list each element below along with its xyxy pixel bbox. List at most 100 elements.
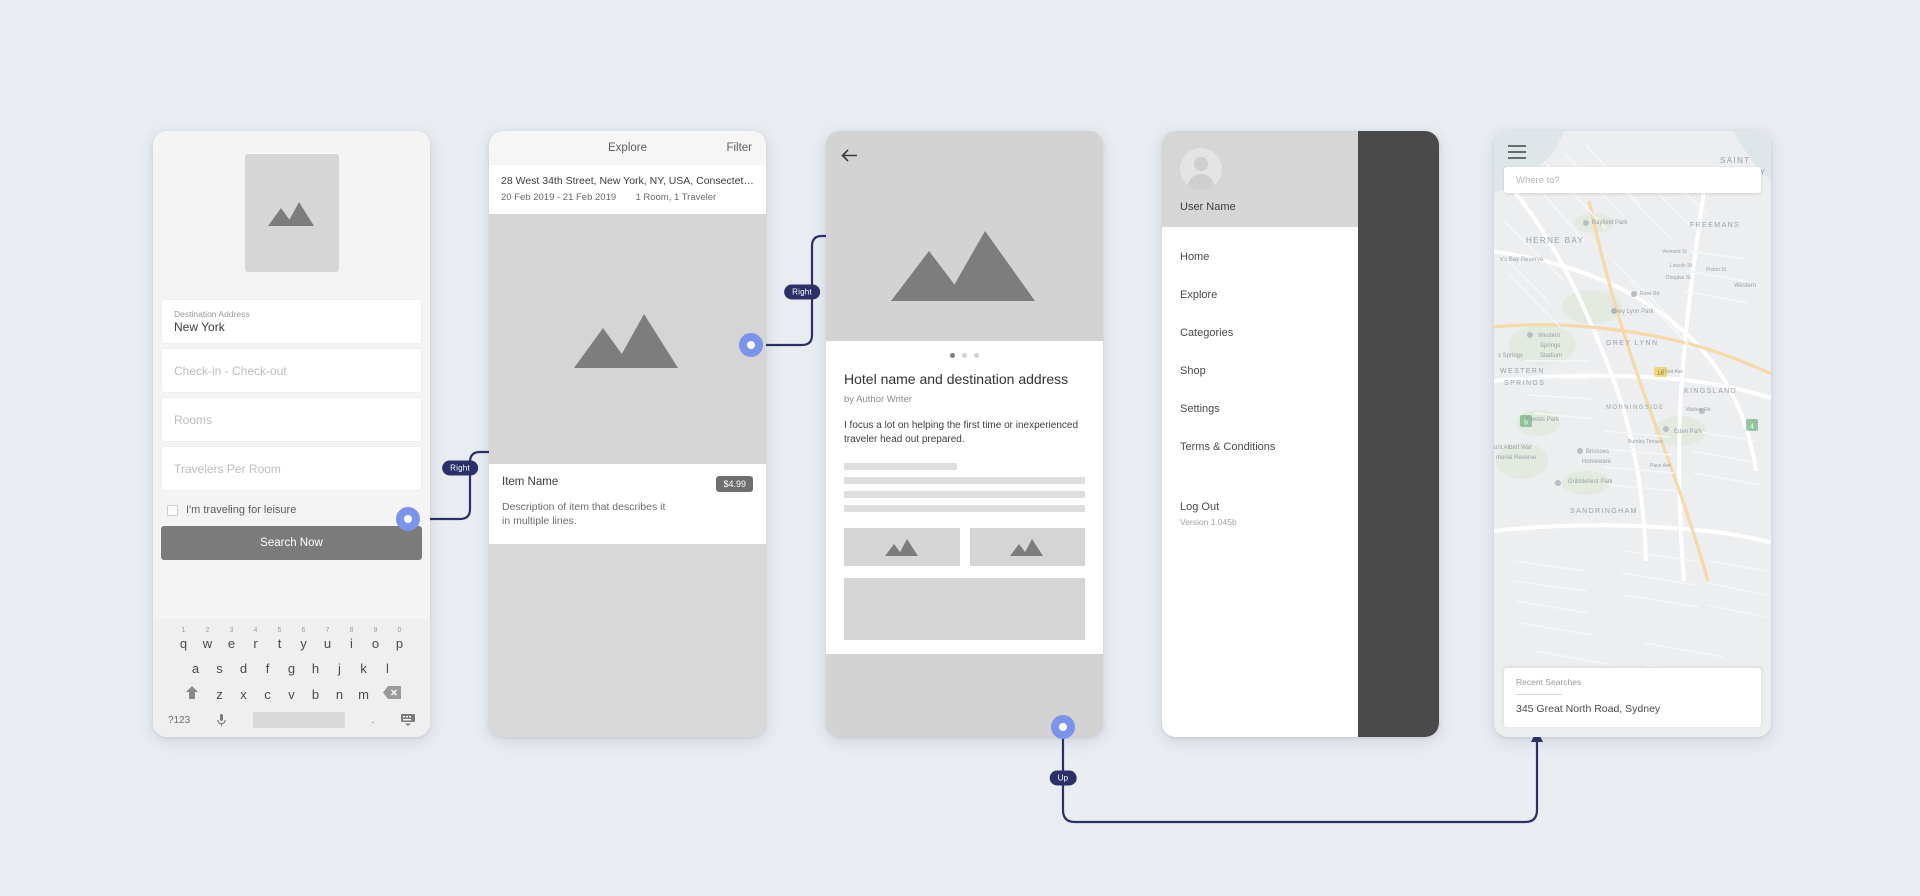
key-number-hint: 3: [229, 627, 234, 634]
microphone-icon[interactable]: [217, 713, 226, 727]
key-k[interactable]: k: [353, 661, 375, 677]
key-x[interactable]: x: [233, 687, 255, 703]
key-q[interactable]: 1q: [173, 627, 195, 652]
map-search-placeholder: Where to?: [1516, 174, 1560, 186]
key-b[interactable]: b: [305, 687, 327, 703]
divider: [1516, 694, 1562, 695]
keyboard-hide-icon[interactable]: [400, 714, 415, 726]
map-label: KINGSLAND: [1684, 388, 1737, 395]
key-number-hint: 1: [181, 627, 186, 634]
listing-card[interactable]: Item Name $4.99 Description of item that…: [489, 464, 766, 544]
map-label: FREEMANS: [1690, 222, 1740, 229]
symbols-key[interactable]: ?123: [168, 715, 190, 726]
key-n[interactable]: n: [329, 687, 351, 703]
key-s[interactable]: s: [209, 661, 231, 677]
key-label: e: [227, 636, 236, 651]
drawer-item-shop[interactable]: Shop: [1162, 365, 1358, 377]
screen-map-search: 16 9 4 SAINTMARYS BAYHERNE BAYBayfield P…: [1494, 131, 1771, 737]
key-label: i: [350, 636, 353, 651]
key-label: w: [202, 636, 213, 651]
carousel-dot-2[interactable]: [962, 353, 967, 358]
key-j[interactable]: j: [329, 661, 351, 677]
map-canvas[interactable]: 16 9 4 SAINTMARYS BAYHERNE BAYBayfield P…: [1494, 131, 1771, 737]
field-destination-address[interactable]: Destination Address New York: [161, 299, 422, 344]
key-u[interactable]: 7u: [317, 627, 339, 652]
key-h[interactable]: h: [305, 661, 327, 677]
period-key[interactable]: .: [371, 715, 374, 726]
key-f[interactable]: f: [257, 661, 279, 677]
key-number-hint: 5: [277, 627, 282, 634]
carousel-dots[interactable]: [844, 341, 1085, 370]
backspace-icon[interactable]: [377, 686, 407, 703]
flow-canvas: Destination Address New York Check-in - …: [0, 0, 1920, 896]
drawer-item-categories[interactable]: Categories: [1162, 327, 1358, 339]
map-label: s Springs: [1498, 353, 1523, 359]
key-i[interactable]: 8i: [341, 627, 363, 652]
drawer-scrim[interactable]: [1358, 131, 1439, 737]
filter-button[interactable]: Filter: [726, 142, 752, 154]
field-travelers-per-room[interactable]: Travelers Per Room: [161, 446, 422, 491]
key-c[interactable]: c: [257, 687, 279, 703]
key-g[interactable]: g: [281, 661, 303, 677]
field-checkin-checkout[interactable]: Check-in - Check-out: [161, 348, 422, 393]
key-z[interactable]: z: [209, 687, 231, 703]
key-label: o: [371, 636, 380, 651]
map-label: SANDRINGHAM: [1570, 508, 1638, 515]
flow-node-2[interactable]: [739, 333, 763, 357]
checkbox-icon[interactable]: [167, 504, 178, 516]
drawer-item-settings[interactable]: Settings: [1162, 403, 1358, 415]
map-label: Gribblehirst Park: [1568, 479, 1614, 485]
svg-text:4: 4: [1750, 424, 1754, 431]
carousel-dot-3[interactable]: [974, 353, 979, 358]
screen-hotel-detail: Hotel name and destination address by Au…: [826, 131, 1103, 737]
key-l[interactable]: l: [377, 661, 399, 677]
search-summary[interactable]: 28 West 34th Street, New York, NY, USA, …: [489, 165, 766, 214]
map-label: GREY LYNN: [1606, 340, 1658, 347]
flow-node-1[interactable]: [396, 507, 420, 531]
drawer-item-terms-and-conditions[interactable]: Terms & Conditions: [1162, 441, 1358, 453]
map-label: Lincoln St: [1670, 263, 1693, 269]
map-label: SPRINGS: [1504, 380, 1545, 387]
flow-node-3[interactable]: [1051, 715, 1075, 739]
key-o[interactable]: 9o: [365, 627, 387, 652]
person-avatar-icon[interactable]: [1180, 148, 1222, 190]
field-rooms[interactable]: Rooms: [161, 397, 422, 442]
space-bar-key[interactable]: [252, 712, 345, 728]
key-p[interactable]: 0p: [389, 627, 411, 652]
arrow-left-icon[interactable]: [841, 149, 858, 162]
drawer-item-explore[interactable]: Explore: [1162, 289, 1358, 301]
on-screen-keyboard[interactable]: 1q 2w 3e 4r 5t 6y 7u 8i 9o 0p a s d f g …: [153, 619, 430, 737]
shift-icon[interactable]: [177, 686, 207, 703]
explore-topbar: Explore Filter: [489, 131, 766, 165]
recent-searches-title: Recent Searches: [1516, 677, 1582, 687]
recent-search-item[interactable]: 345 Great North Road, Sydney: [1516, 703, 1749, 715]
key-d[interactable]: d: [233, 661, 255, 677]
drawer-item-home[interactable]: Home: [1162, 251, 1358, 263]
thumbnail-2[interactable]: [969, 528, 1085, 566]
key-t[interactable]: 5t: [269, 627, 291, 652]
leisure-checkbox-row[interactable]: I'm traveling for leisure: [153, 495, 430, 520]
hamburger-menu-icon[interactable]: [1508, 145, 1526, 163]
field-label: Destination Address: [174, 309, 250, 319]
log-out-label[interactable]: Log Out: [1180, 501, 1340, 513]
key-a[interactable]: a: [185, 661, 207, 677]
drawer-logout-section[interactable]: Log Out Version 1.045b: [1162, 501, 1358, 527]
key-number-hint: 8: [349, 627, 354, 634]
key-y[interactable]: 6y: [293, 627, 315, 652]
search-now-button[interactable]: Search Now: [161, 526, 422, 560]
thumbnail-1[interactable]: [844, 528, 960, 566]
map-label: Picton St: [1706, 267, 1727, 273]
key-m[interactable]: m: [353, 687, 375, 703]
hotel-title: Hotel name and destination address: [844, 371, 1069, 387]
key-label: u: [323, 636, 332, 651]
key-w[interactable]: 2w: [197, 627, 219, 652]
map-label: Burnley Terrace: [1628, 439, 1663, 445]
key-e[interactable]: 3e: [221, 627, 243, 652]
key-v[interactable]: v: [281, 687, 303, 703]
hotel-byline: by Author Writer: [844, 394, 912, 405]
map-search-input[interactable]: Where to?: [1504, 167, 1761, 193]
key-r[interactable]: 4r: [245, 627, 267, 652]
user-name: User Name: [1180, 201, 1236, 213]
hero-placeholder: [153, 131, 430, 295]
carousel-dot-1[interactable]: [950, 353, 955, 358]
